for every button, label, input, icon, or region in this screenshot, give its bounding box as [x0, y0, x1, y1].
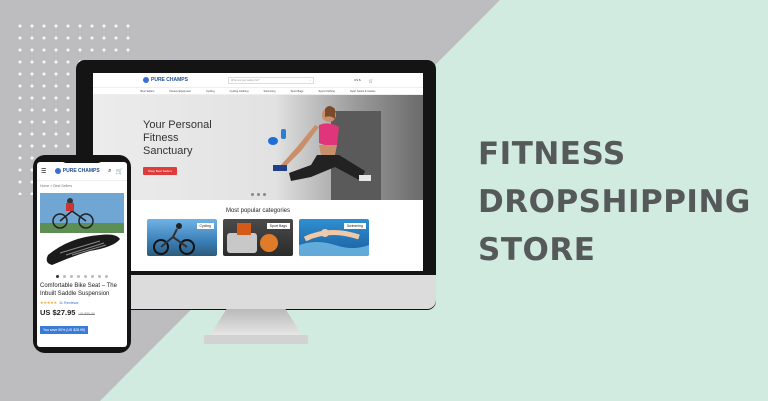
- product-image[interactable]: [40, 193, 124, 271]
- nav-item-swimming[interactable]: Swimming: [264, 90, 276, 93]
- category-list: Cycling Sport Bags Swimming: [93, 219, 423, 256]
- mobile-screen: ☰ PURE CHAMPS ⌕ 🛒 Home > Best Sellers Com…: [37, 162, 127, 347]
- search-icon[interactable]: ⌕: [310, 79, 311, 82]
- headline-line-2: DROPSHIPPING: [478, 184, 751, 220]
- desktop-logo[interactable]: PURE CHAMPS: [143, 77, 188, 83]
- reviews-link[interactable]: 11 Reviews: [59, 301, 78, 305]
- logo-icon: [54, 168, 61, 174]
- currency-selector[interactable]: US $: [354, 78, 361, 82]
- nav-item-sport-socks[interactable]: Sport Socks & Insoles: [350, 90, 375, 93]
- product-rating: ★★★★★ 11 Reviews: [37, 298, 127, 307]
- category-card-cycling[interactable]: Cycling: [147, 219, 217, 256]
- hero-banner: Your Personal Fitness Sanctuary Shop Bes…: [93, 95, 423, 200]
- nav-item-sport-bags[interactable]: Sport Bags: [291, 90, 304, 93]
- mobile-logo[interactable]: PURE CHAMPS: [54, 168, 100, 174]
- headline-line-1: FITNESS: [478, 136, 626, 172]
- mobile-header: ☰ PURE CHAMPS ⌕ 🛒: [37, 162, 127, 181]
- nav-item-cycling-clothing[interactable]: Cycling Clothing: [230, 90, 249, 93]
- cart-icon[interactable]: 🛒: [116, 168, 123, 175]
- bike-seat-image: [40, 193, 124, 271]
- category-card-sport-bags[interactable]: Sport Bags: [223, 219, 293, 256]
- nav-item-fitness-equipment[interactable]: Fitness Equipment: [169, 90, 190, 93]
- old-price: US $55.90: [78, 312, 95, 316]
- star-rating-icons: ★★★★★: [40, 301, 58, 305]
- desktop-header: PURE CHAMPS What are you looking for? ⌕ U…: [93, 73, 423, 88]
- nav-item-cycling[interactable]: Cycling: [206, 90, 215, 93]
- hero-title: Your Personal Fitness Sanctuary: [143, 119, 212, 157]
- popular-categories-heading: Most popular categories: [225, 208, 291, 214]
- category-card-swimming[interactable]: Swimming: [299, 219, 369, 256]
- shop-best-sellers-button[interactable]: Shop Best Sellers: [143, 167, 177, 175]
- imac-stand: [210, 309, 302, 335]
- logo-icon: [143, 77, 149, 83]
- savings-badge: You save 50% (US $28.95): [40, 326, 89, 334]
- headline: FITNESS DROPSHIPPING STORE: [478, 130, 751, 274]
- desktop-search-input[interactable]: What are you looking for? ⌕: [227, 76, 314, 84]
- phone-notch: [61, 156, 103, 163]
- desktop-nav: Best Sellers Fitness Equipment Cycling C…: [93, 88, 423, 95]
- cart-icon[interactable]: 🛒: [369, 78, 374, 83]
- product-price: US $27.95 US $55.90: [40, 308, 95, 317]
- breadcrumb[interactable]: Home > Best Sellers: [37, 181, 127, 191]
- nav-item-best-sellers[interactable]: Best Sellers: [141, 90, 155, 93]
- hero-carousel-dots[interactable]: [251, 193, 266, 196]
- hero-image-woman-stretching: [268, 106, 381, 200]
- menu-icon[interactable]: ☰: [41, 168, 46, 175]
- imac-foot: [204, 335, 308, 344]
- product-title: Comfortable Bike Seat – The Inbuilt Sadd…: [40, 283, 117, 297]
- nav-item-sport-clothing[interactable]: Sport Clothing: [319, 90, 335, 93]
- desktop-screen: PURE CHAMPS What are you looking for? ⌕ U…: [93, 73, 423, 271]
- search-icon[interactable]: ⌕: [108, 168, 111, 175]
- headline-line-3: STORE: [478, 232, 596, 268]
